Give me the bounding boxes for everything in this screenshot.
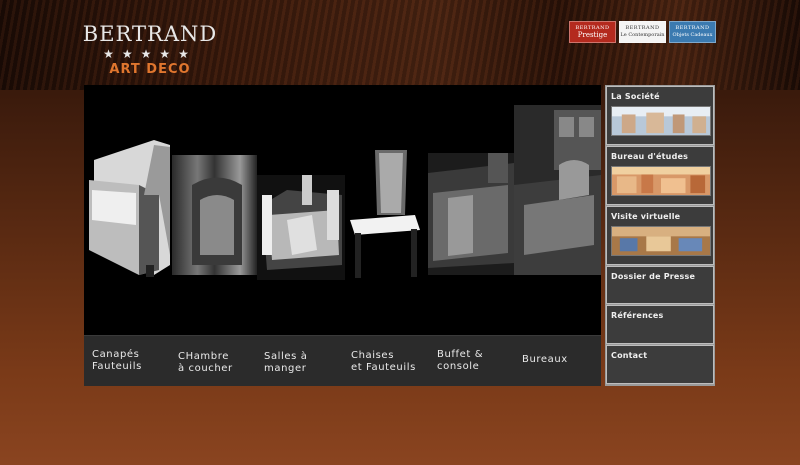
logo-subtitle: ART DECO: [109, 62, 191, 77]
visite-virtuelle-thumbnail: [611, 226, 711, 256]
chair-photo[interactable]: [345, 145, 425, 285]
buffet-photo[interactable]: [428, 153, 514, 275]
sidebar-item-label: Bureau d'études: [611, 152, 689, 161]
office-photo[interactable]: [514, 105, 601, 275]
category-salles[interactable]: Salles à manger: [264, 351, 308, 375]
category-bureaux[interactable]: Bureaux: [522, 354, 568, 366]
societe-thumbnail: [611, 106, 711, 136]
sidebar-item-dossier-presse[interactable]: Dossier de Presse: [606, 266, 714, 304]
sidebar-item-label: Dossier de Presse: [611, 272, 696, 281]
brand-prestige-link[interactable]: BERTRAND Prestige: [569, 21, 616, 43]
logo[interactable]: BERTRAND ★★★★★ ART DECO: [80, 22, 220, 82]
sidebar-item-references[interactable]: Références: [606, 305, 714, 344]
main-showcase: Canapés Fauteuils CHambre à coucher Sall…: [84, 85, 601, 386]
sidebar-item-societe[interactable]: La Société: [606, 86, 714, 145]
category-chambre[interactable]: CHambre à coucher: [178, 351, 233, 375]
sidebar-item-label: Visite virtuelle: [611, 212, 681, 221]
sidebar-item-label: Références: [611, 311, 664, 320]
sidebar-item-label: La Société: [611, 92, 660, 101]
brand-line2: Prestige: [577, 31, 608, 39]
sidebar-item-contact[interactable]: Contact: [606, 345, 714, 384]
brand-line1: BERTRAND: [625, 25, 660, 31]
product-gallery: [84, 85, 601, 335]
sofa-photo[interactable]: [84, 135, 172, 280]
category-canapes[interactable]: Canapés Fauteuils: [92, 349, 142, 373]
sidebar-item-visite-virtuelle[interactable]: Visite virtuelle: [606, 206, 714, 265]
bureau-etudes-thumbnail: [611, 166, 711, 196]
brand-line2: Objets Cadeaux: [672, 32, 713, 38]
logo-stars: ★★★★★: [103, 47, 197, 61]
brand-line2: Le Contemporain: [620, 32, 665, 38]
dining-photo[interactable]: [257, 175, 345, 280]
bed-photo[interactable]: [172, 155, 257, 275]
category-chaises[interactable]: Chaises et Fauteuils: [351, 350, 416, 374]
sidebar-menu: La Société Bureau d'études Visite virtue…: [605, 85, 715, 386]
brand-cadeaux-link[interactable]: BERTRAND Objets Cadeaux: [669, 21, 716, 43]
brand-links: BERTRAND Prestige BERTRAND Le Contempora…: [569, 21, 716, 43]
logo-name: BERTRAND: [82, 22, 218, 46]
sidebar-item-label: Contact: [611, 351, 648, 360]
sidebar-item-bureau-etudes[interactable]: Bureau d'études: [606, 146, 714, 205]
category-menu: Canapés Fauteuils CHambre à coucher Sall…: [84, 335, 601, 386]
brand-contemporain-link[interactable]: BERTRAND Le Contemporain: [619, 21, 666, 43]
brand-line1: BERTRAND: [675, 25, 710, 31]
category-buffet[interactable]: Buffet & console: [437, 349, 483, 373]
